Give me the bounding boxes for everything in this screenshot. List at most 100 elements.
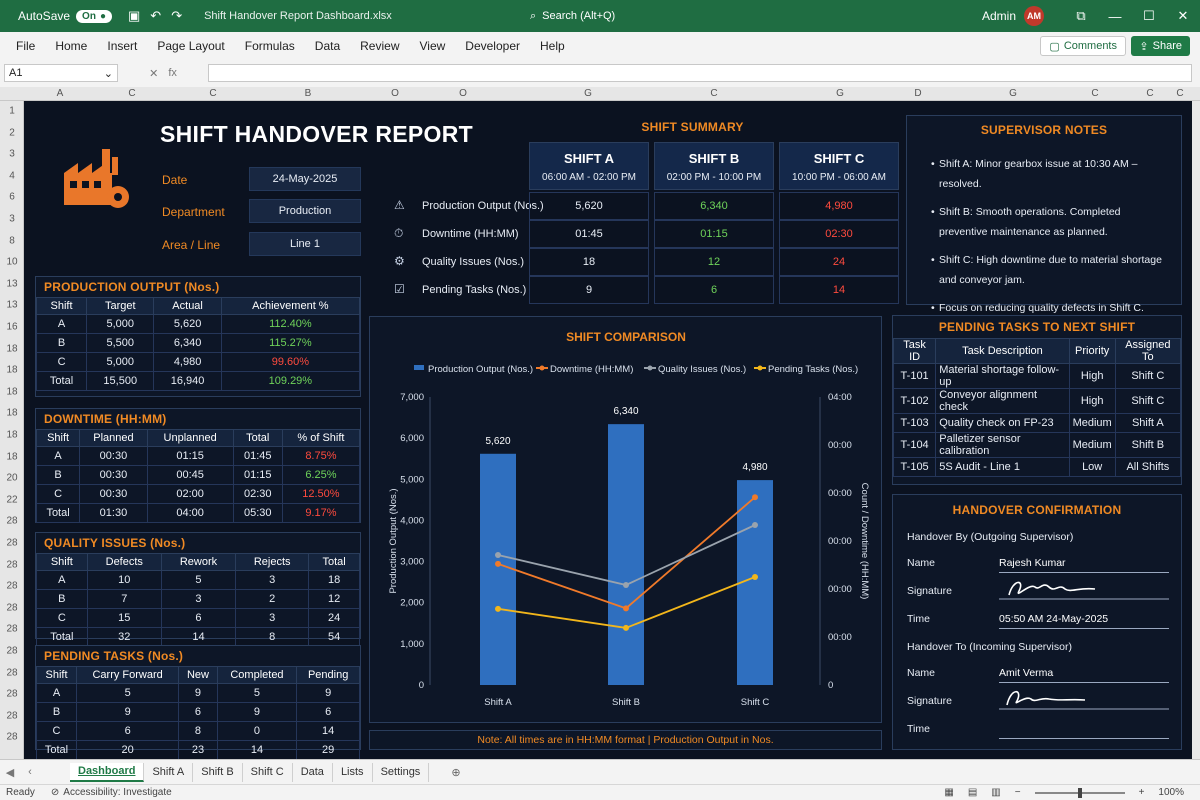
close-icon[interactable]: ✕ [1166,0,1200,32]
ribbon-display-icon[interactable]: ⧉ [1064,0,1098,32]
table-cell[interactable]: A [35,683,78,703]
table-cell[interactable]: 9 [296,683,360,703]
column-header[interactable]: G [584,88,592,99]
table-cell[interactable]: 04:00 [146,503,234,523]
menu-view[interactable]: View [410,39,456,53]
maximize-icon[interactable]: ☐ [1132,0,1166,32]
row-header[interactable]: 18 [0,451,24,462]
table-cell[interactable]: 32 [86,627,162,647]
column-header[interactable]: C [1146,88,1153,99]
table-cell[interactable]: 00:45 [146,465,234,485]
summary-cell[interactable]: 01:15 [654,220,774,248]
table-cell[interactable]: B [35,702,78,722]
table-cell[interactable]: B [36,589,88,609]
table-cell[interactable]: 5,000 [86,352,155,372]
column-header[interactable]: G [836,88,844,99]
table-cell[interactable]: 8 [178,721,218,741]
fx-icon[interactable]: fx [168,67,177,80]
column-header[interactable]: A [57,88,64,99]
table-cell[interactable]: C [35,721,78,741]
table-cell[interactable]: Palletizer sensor calibration [935,432,1070,458]
row-header[interactable]: 4 [0,170,24,181]
normal-view-icon[interactable]: ▦ [944,787,953,798]
table-cell[interactable]: A [35,314,88,334]
minimize-icon[interactable]: — [1098,0,1132,32]
table-cell[interactable]: Shift C [1114,363,1182,389]
row-header[interactable]: 1 [0,106,24,117]
column-header[interactable]: C [710,88,717,99]
table-cell[interactable]: 5,620 [153,314,222,334]
menu-page-layout[interactable]: Page Layout [147,39,234,53]
table-cell[interactable]: 8 [235,627,310,647]
table-cell[interactable]: 4,980 [153,352,222,372]
row-header[interactable]: 28 [0,667,24,678]
row-header[interactable]: 13 [0,300,24,311]
row-header[interactable]: 22 [0,494,24,505]
table-cell[interactable]: 6.25% [281,465,361,485]
scroll-right-icon[interactable]: ‹ [20,766,40,778]
table-cell[interactable]: 3 [235,608,310,628]
table-cell[interactable]: 00:30 [79,446,148,466]
zoom-in-icon[interactable]: + [1139,787,1145,798]
table-cell[interactable]: 01:15 [146,446,234,466]
table-cell[interactable]: 8.75% [281,446,361,466]
row-header[interactable]: 18 [0,365,24,376]
table-cell[interactable]: 6,340 [153,333,222,353]
row-header[interactable]: 28 [0,581,24,592]
menu-insert[interactable]: Insert [97,39,147,53]
table-cell[interactable]: T-102 [892,388,937,414]
sheet-tab-data[interactable]: Data [293,762,333,782]
undo-icon[interactable]: ↶ [150,8,161,24]
table-cell[interactable]: High [1068,363,1116,389]
table-cell[interactable]: Shift A [1114,413,1182,433]
avatar[interactable]: AM [1024,6,1044,26]
table-cell[interactable]: Medium [1068,413,1116,433]
table-cell[interactable]: 02:30 [232,484,283,504]
row-header[interactable]: 28 [0,559,24,570]
summary-cell[interactable]: 9 [529,276,649,304]
table-cell[interactable]: C [35,484,81,504]
table-cell[interactable]: 14 [216,740,298,759]
table-cell[interactable]: 99.60% [220,352,361,372]
table-cell[interactable]: 5,000 [86,314,155,334]
column-header[interactable]: C [128,88,135,99]
department-value[interactable]: Production [249,199,361,223]
menu-review[interactable]: Review [350,39,409,53]
table-cell[interactable]: 9 [216,702,298,722]
table-cell[interactable]: C [35,352,88,372]
table-cell[interactable]: Material shortage follow-up [935,363,1070,389]
row-header[interactable]: 28 [0,516,24,527]
row-header[interactable]: 28 [0,646,24,657]
page-layout-view-icon[interactable]: ▤ [968,787,977,798]
table-cell[interactable]: 12.50% [281,484,361,504]
summary-cell[interactable]: 24 [779,248,899,276]
table-cell[interactable]: 15 [86,608,162,628]
table-cell[interactable]: Total [35,740,78,759]
share-button[interactable]: ⇪ Share [1131,36,1190,56]
row-header[interactable]: 6 [0,192,24,203]
table-cell[interactable]: 20 [76,740,180,759]
table-cell[interactable]: 6 [160,608,237,628]
by-time-value[interactable]: 05:50 AM 24-May-2025 [999,613,1169,629]
column-header[interactable]: D [914,88,921,99]
table-cell[interactable]: 3 [235,570,310,590]
table-cell[interactable]: 6 [296,702,360,722]
menu-developer[interactable]: Developer [455,39,530,53]
table-cell[interactable]: Shift B [1114,432,1182,458]
vertical-scrollbar[interactable] [1192,101,1200,759]
row-header[interactable]: 28 [0,732,24,743]
row-header[interactable]: 18 [0,430,24,441]
accessibility-status[interactable]: Accessibility: Investigate [63,787,171,798]
row-header[interactable]: 28 [0,710,24,721]
row-header[interactable]: 16 [0,322,24,333]
table-cell[interactable]: 2 [235,589,310,609]
table-cell[interactable]: High [1068,388,1116,414]
row-header[interactable]: 20 [0,473,24,484]
to-name-value[interactable]: Amit Verma [999,667,1169,683]
table-cell[interactable]: 01:15 [232,465,283,485]
row-header[interactable]: 3 [0,149,24,160]
formula-input[interactable] [208,64,1192,82]
table-cell[interactable]: 12 [308,589,360,609]
table-cell[interactable]: T-101 [892,363,937,389]
summary-cell[interactable]: 4,980 [779,192,899,220]
